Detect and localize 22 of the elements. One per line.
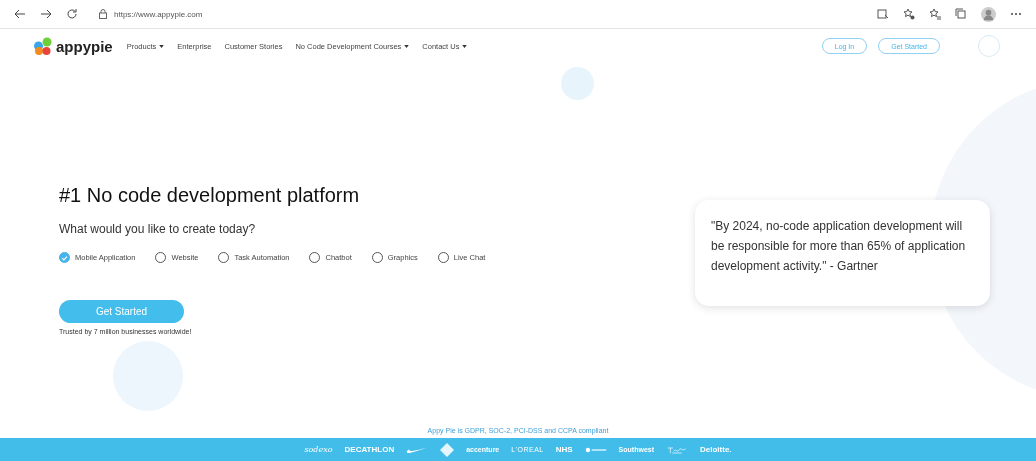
refresh-icon[interactable]	[66, 8, 78, 20]
client-logo: Deloitte.	[700, 445, 732, 454]
client-logo: NHS	[555, 445, 573, 454]
client-logo: DECATHLON	[344, 445, 395, 454]
quote-text: "By 2024, no-code application development will be responsible for more than 65% of application development activity." - Gartner	[711, 219, 966, 273]
reader-icon[interactable]	[877, 8, 889, 20]
favorites-icon[interactable]	[929, 8, 941, 20]
lock-icon	[98, 9, 108, 19]
logo-text[interactable]: appypie	[56, 37, 113, 55]
badge-icon	[440, 442, 455, 457]
forward-icon[interactable]	[40, 8, 52, 20]
back-icon[interactable]	[14, 8, 26, 20]
profile-icon[interactable]	[981, 6, 996, 22]
star-add-icon[interactable]	[903, 8, 915, 20]
dot-logo-icon	[584, 445, 607, 454]
address-bar[interactable]: https://www.appypie.com	[114, 9, 203, 19]
hero-title: #1 No code development platform	[59, 184, 361, 207]
collections-icon[interactable]	[955, 8, 967, 20]
logo-icon[interactable]	[33, 36, 53, 56]
hero-question: What would you like to create today?	[59, 222, 257, 236]
client-logo: sodexo	[304, 445, 333, 454]
script-logo-icon	[666, 445, 688, 454]
